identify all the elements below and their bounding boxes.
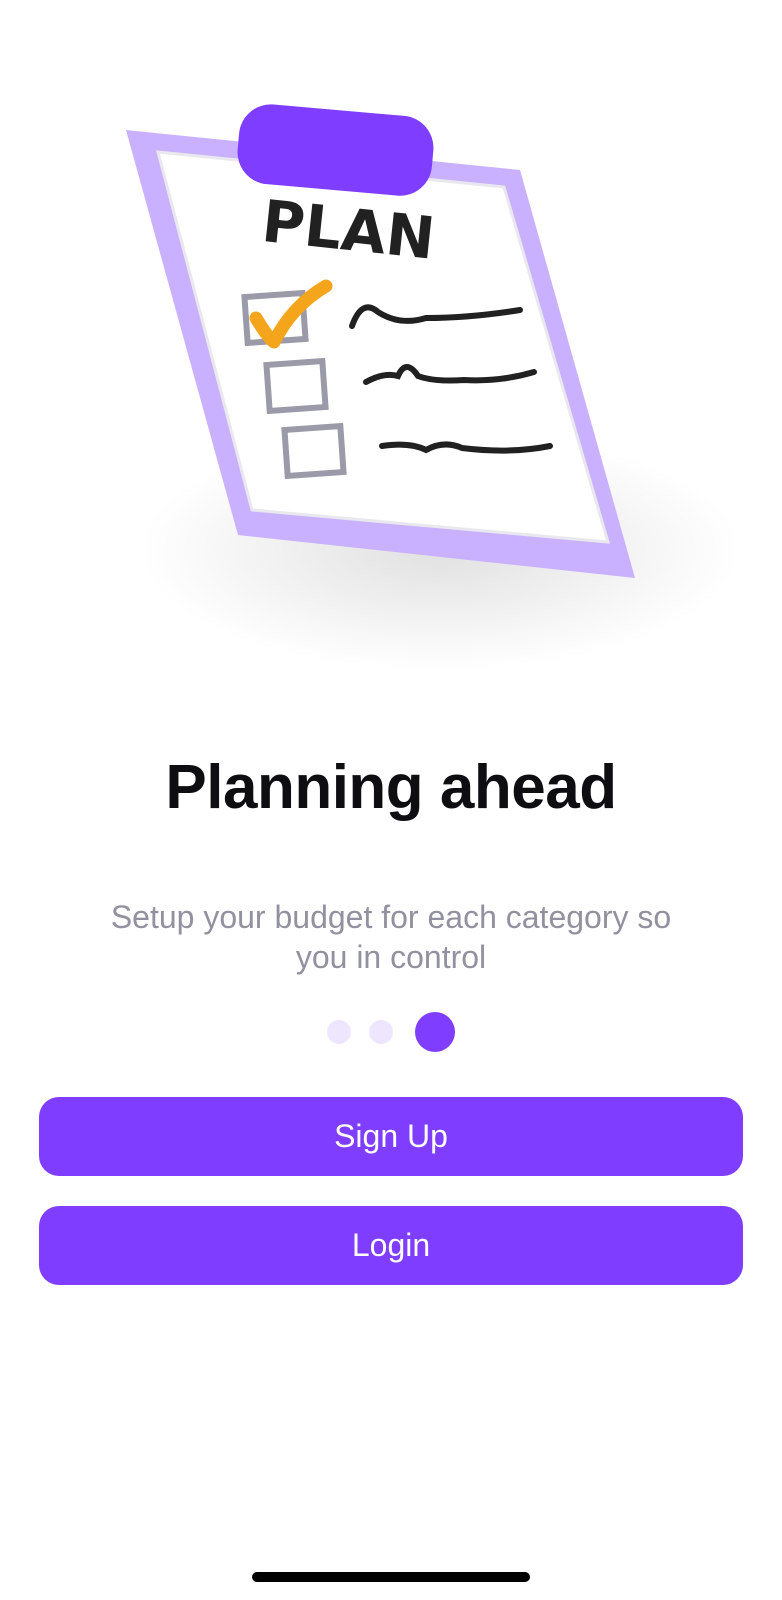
- page-dot-1[interactable]: [327, 1020, 351, 1044]
- page-indicator: [0, 1012, 782, 1052]
- onboarding-subtitle: Setup your budget for each category so y…: [110, 899, 672, 975]
- board-clip: [237, 104, 434, 196]
- onboarding-title: Planning ahead: [165, 753, 617, 822]
- home-indicator[interactable]: [252, 1572, 530, 1582]
- login-button[interactable]: Login: [39, 1206, 743, 1285]
- page-dot-2[interactable]: [369, 1020, 393, 1044]
- clipboard-illustration: PLAN: [126, 104, 740, 670]
- sign-up-button[interactable]: Sign Up: [39, 1097, 743, 1176]
- page-dot-3-active[interactable]: [415, 1012, 455, 1052]
